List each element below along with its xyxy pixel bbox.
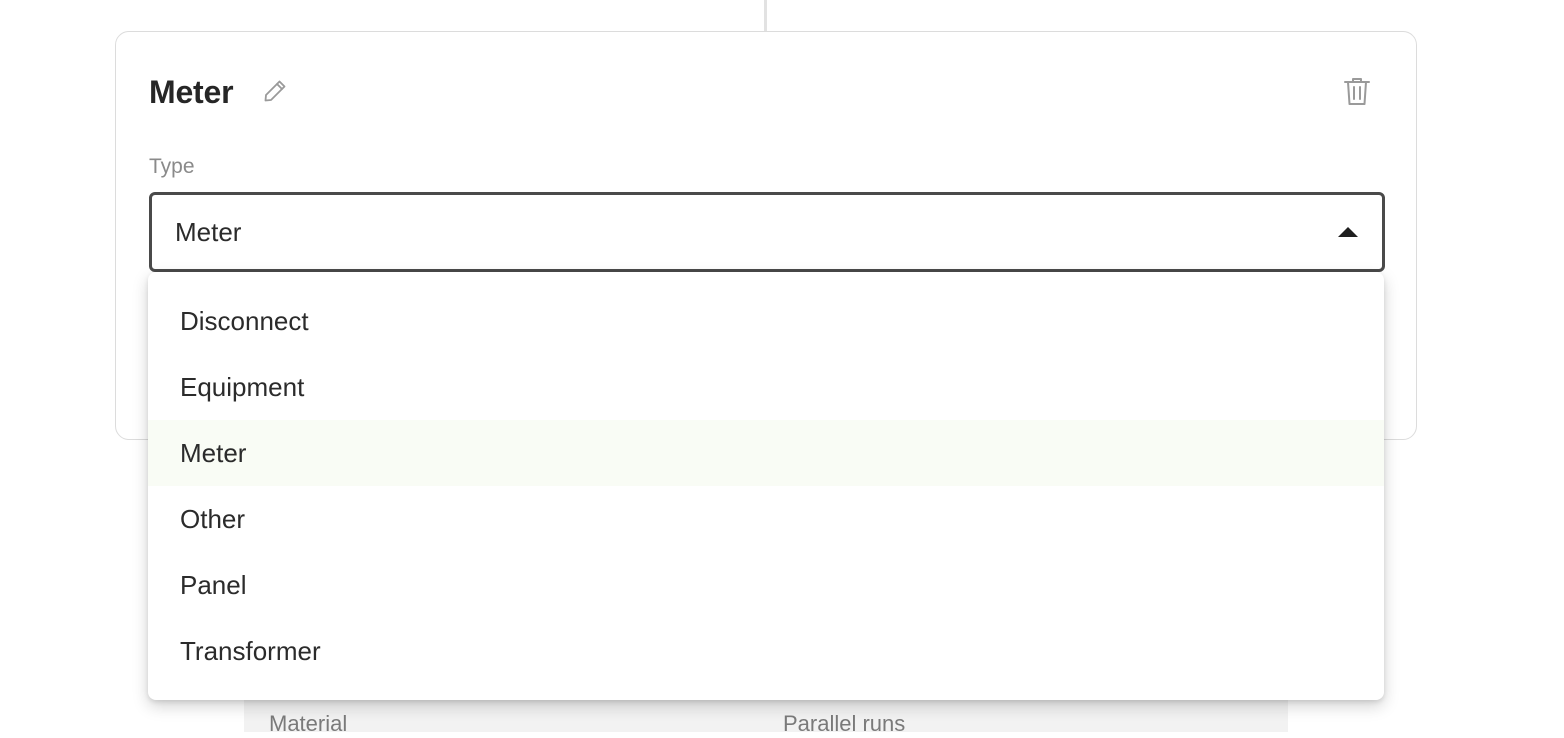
- connector-line: [764, 0, 767, 31]
- type-dropdown-menu: Disconnect Equipment Meter Other Panel T…: [148, 272, 1384, 700]
- type-field-label: Type: [149, 155, 195, 178]
- option-equipment[interactable]: Equipment: [148, 354, 1384, 420]
- type-select-value: Meter: [175, 217, 242, 247]
- option-transformer[interactable]: Transformer: [148, 618, 1384, 684]
- option-meter[interactable]: Meter: [148, 420, 1384, 486]
- parallel-runs-label: Parallel runs: [783, 711, 906, 736]
- type-select[interactable]: Meter: [149, 192, 1385, 272]
- trash-icon[interactable]: [1342, 75, 1372, 107]
- pencil-icon[interactable]: [262, 78, 288, 104]
- option-panel[interactable]: Panel: [148, 552, 1384, 618]
- card-title: Meter: [149, 74, 234, 110]
- option-disconnect[interactable]: Disconnect: [148, 288, 1384, 354]
- material-label: Material: [269, 711, 348, 736]
- caret-up-icon: [1338, 227, 1358, 237]
- option-other[interactable]: Other: [148, 486, 1384, 552]
